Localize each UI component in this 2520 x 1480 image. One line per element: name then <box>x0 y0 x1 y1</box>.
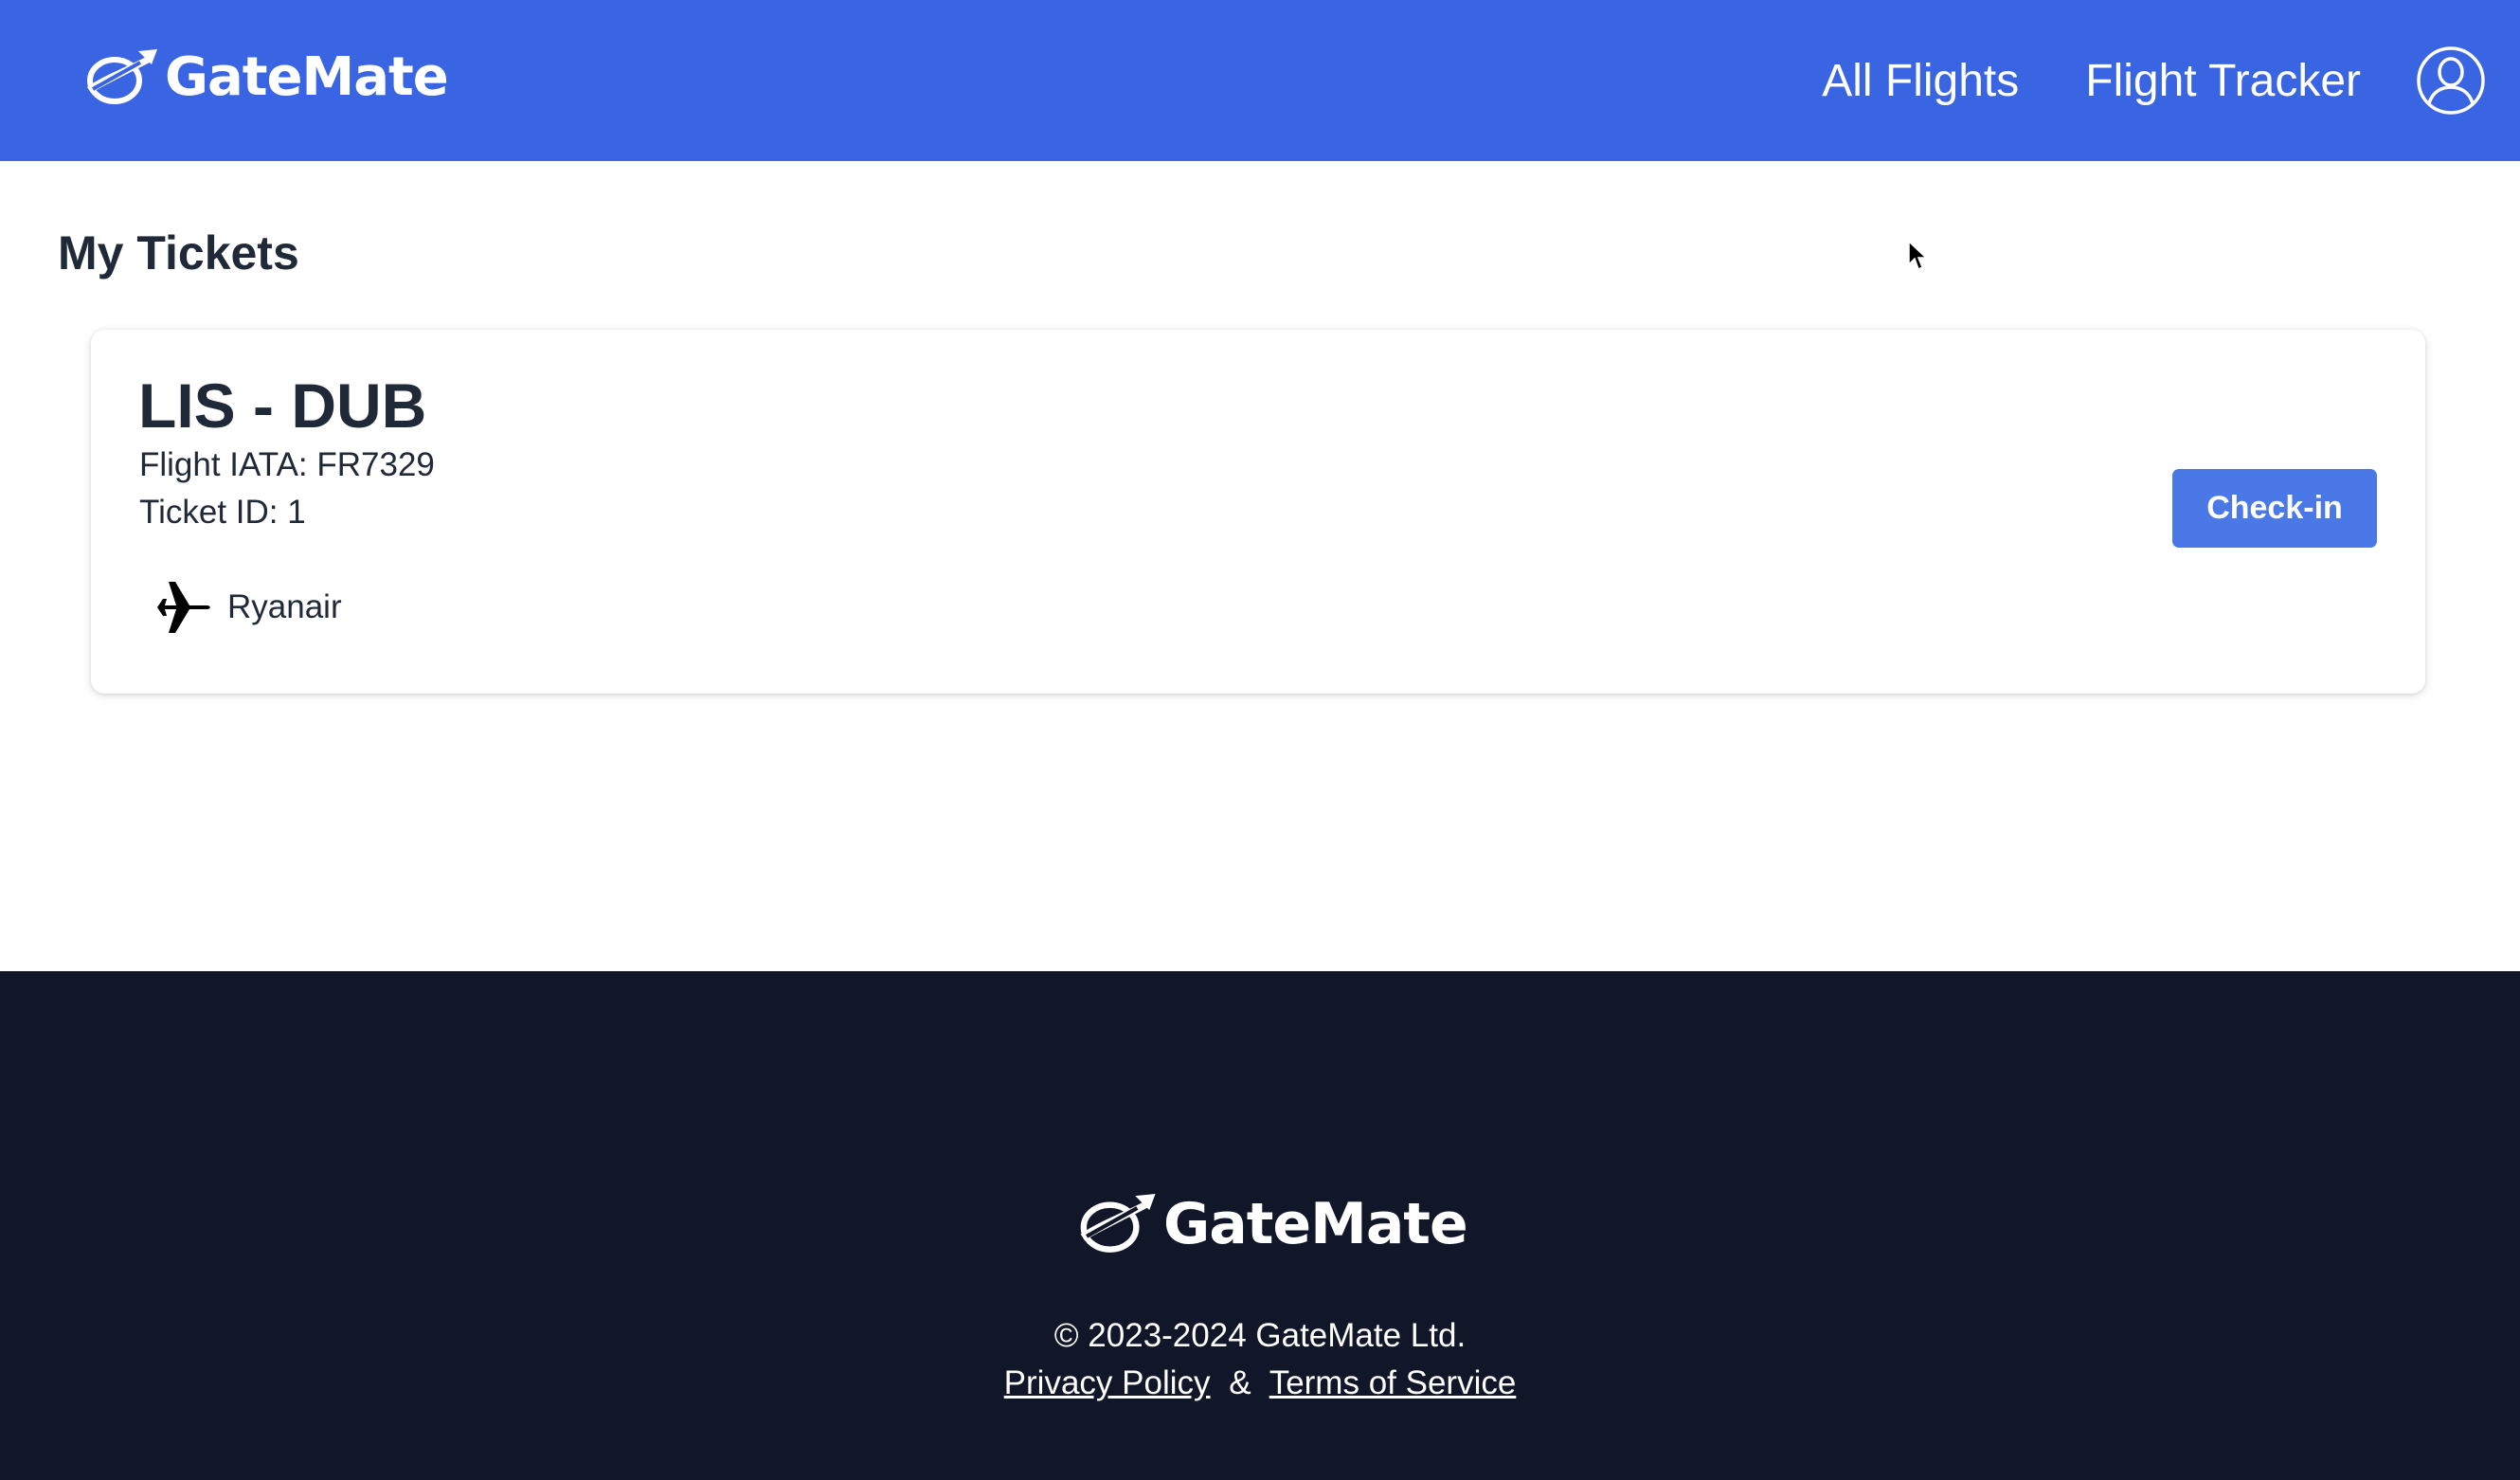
nav-flight-tracker[interactable]: Flight Tracker <box>2085 55 2361 107</box>
copyright-text: © 2023-2024 GateMate Ltd. <box>1053 1317 1467 1354</box>
plane-orbit-logo-icon <box>87 49 157 104</box>
top-navigation-bar: GateMate All Flights Flight Tracker <box>0 0 2520 161</box>
brand-home-link[interactable]: GateMate <box>83 45 449 110</box>
footer-brand-name: GateMate <box>1163 1191 1468 1257</box>
legal-separator: & <box>1229 1364 1251 1401</box>
user-profile-icon[interactable] <box>2416 45 2486 116</box>
check-in-button[interactable]: Check-in <box>2172 469 2377 548</box>
ticket-route: LIS - DUB <box>138 370 427 441</box>
footer-brand: GateMate <box>1076 1191 1468 1257</box>
privacy-policy-link[interactable]: Privacy Policy <box>1004 1364 1211 1401</box>
ticket-id: Ticket ID: 1 <box>139 494 306 531</box>
main-navigation: All Flights Flight Tracker <box>1822 0 2520 161</box>
plane-orbit-logo-icon <box>1080 1194 1156 1253</box>
airline-name: Ryanair <box>227 588 342 625</box>
flight-iata: Flight IATA: FR7329 <box>139 446 435 483</box>
page-title: My Tickets <box>58 226 299 280</box>
nav-all-flights[interactable]: All Flights <box>1822 55 2019 107</box>
brand-name: GateMate <box>165 46 449 108</box>
legal-links: Privacy Policy & Terms of Service <box>0 1363 2520 1403</box>
site-footer: GateMate © 2023-2024 GateMate Ltd. Priva… <box>0 971 2520 1480</box>
airline-row: Ryanair <box>150 578 342 637</box>
mouse-cursor-icon <box>1908 241 1927 271</box>
terms-of-service-link[interactable]: Terms of Service <box>1269 1364 1517 1401</box>
airplane-icon <box>152 582 210 633</box>
ticket-card: LIS - DUB Flight IATA: FR7329 Ticket ID:… <box>91 330 2425 694</box>
